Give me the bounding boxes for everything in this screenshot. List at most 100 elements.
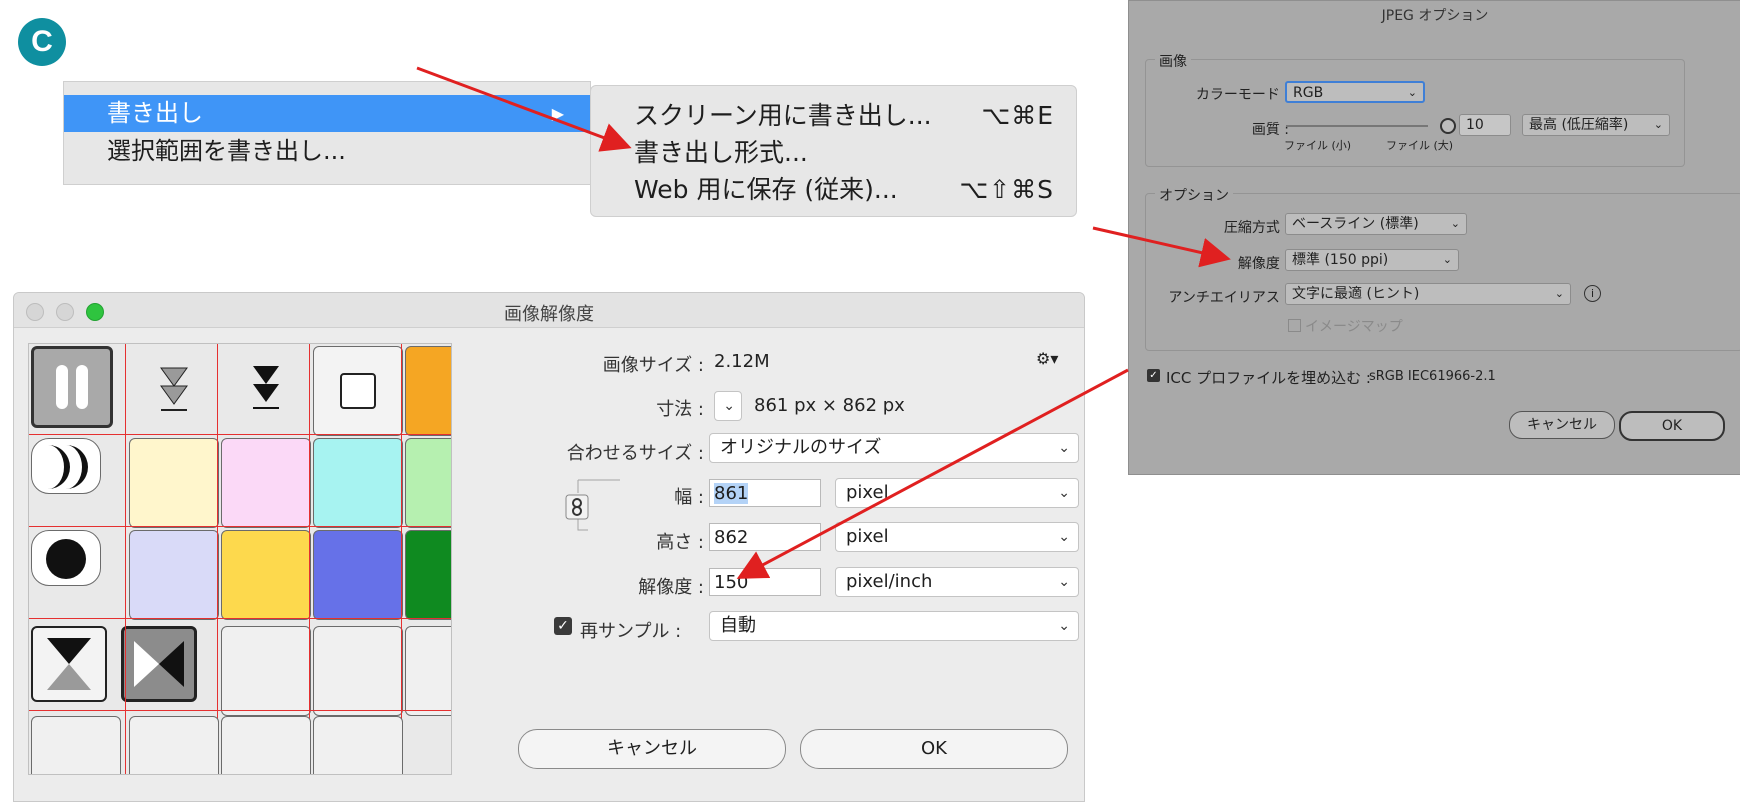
resample-dropdown[interactable]: 自動 ⌄ <box>709 611 1079 641</box>
submenu-item-label: スクリーン用に書き出し... <box>634 101 932 130</box>
chevron-down-icon: ⌄ <box>1442 253 1452 266</box>
color-swatch <box>313 438 403 528</box>
fit-to-dropdown[interactable]: オリジナルのサイズ ⌄ <box>709 433 1079 463</box>
height-field[interactable]: 862 <box>709 523 821 551</box>
chevron-down-icon: ⌄ <box>723 398 735 414</box>
jpeg-ok-button[interactable]: OK <box>1619 411 1725 441</box>
antialias-label: アンチエイリアス : <box>1168 290 1289 306</box>
chevron-down-icon: ⌄ <box>1058 485 1070 501</box>
resample-checkbox[interactable]: ✓ <box>554 617 572 635</box>
submenu-item-save-for-web[interactable]: Web 用に保存 (従来)... ⌥⇧⌘S <box>634 172 1054 208</box>
color-swatch <box>221 438 311 528</box>
height-value: 862 <box>714 527 749 548</box>
bowtie-icon <box>121 626 197 702</box>
quality-slider-track[interactable] <box>1286 125 1428 127</box>
compression-dropdown[interactable]: ベースライン (標準) ⌄ <box>1285 213 1467 235</box>
chevron-down-icon: ⌄ <box>1058 618 1070 634</box>
quality-preset-dropdown[interactable]: 最高 (低圧縮率) ⌄ <box>1522 114 1670 136</box>
color-swatch <box>313 530 403 620</box>
empty-cell <box>405 626 451 716</box>
quality-large-label: ファイル (大) <box>1386 139 1454 152</box>
quality-slider-handle[interactable] <box>1440 118 1456 134</box>
chevron-down-icon: ⌄ <box>1450 217 1460 230</box>
quality-small-label: ファイル (小) <box>1284 139 1352 152</box>
guide-line <box>29 434 451 435</box>
icc-label: ICC プロファイルを埋め込む : <box>1166 369 1371 387</box>
empty-cell <box>31 716 121 774</box>
jpeg-resolution-dropdown[interactable]: 標準 (150 ppi) ⌄ <box>1285 249 1459 271</box>
icc-profile-value: sRGB IEC61966-2.1 <box>1369 369 1496 384</box>
imagemap-label: イメージマップ <box>1305 319 1403 335</box>
step-down-gray-icon <box>129 346 219 436</box>
color-mode-value: RGB <box>1293 85 1324 101</box>
color-swatch <box>129 438 219 528</box>
submenu-item-export-screens[interactable]: スクリーン用に書き出し... ⌥⌘E <box>634 98 1054 134</box>
resolution-field[interactable]: 150 <box>709 568 821 596</box>
jpeg-resolution-value: 標準 (150 ppi) <box>1292 252 1389 268</box>
chevron-down-icon: ⌄ <box>1554 287 1564 300</box>
resample-value: 自動 <box>720 615 756 636</box>
resolution-unit-dropdown[interactable]: pixel/inch ⌄ <box>835 567 1079 597</box>
jpeg-options-dialog: JPEG オプション 画像 カラーモード : RGB ⌄ 画質 : 10 ファイ… <box>1128 0 1740 475</box>
color-swatch <box>405 530 451 620</box>
dialog-title: JPEG オプション <box>1381 8 1489 24</box>
fit-to-value: オリジナルのサイズ <box>720 437 882 458</box>
compression-label: 圧縮方式 : <box>1223 220 1289 236</box>
chevron-down-icon: ⌄ <box>1653 118 1663 131</box>
height-unit-value: pixel <box>846 526 889 547</box>
width-unit-dropdown[interactable]: pixel ⌄ <box>835 478 1079 508</box>
shortcut-label: ⌥⌘E <box>981 101 1054 130</box>
image-size-value: 2.12M <box>714 351 770 372</box>
antialias-dropdown[interactable]: 文字に最適 (ヒント) ⌄ <box>1285 283 1571 305</box>
fit-to-label: 合わせるサイズ : <box>566 443 704 464</box>
dimensions-label: 寸法 : <box>656 399 704 420</box>
record-icon <box>31 530 101 586</box>
chevron-down-icon: ⌄ <box>1058 440 1070 456</box>
width-field[interactable]: 861 <box>709 479 821 507</box>
chevron-down-icon: ⌄ <box>1058 574 1070 590</box>
gear-icon[interactable]: ⚙▾ <box>1036 349 1058 368</box>
height-unit-dropdown[interactable]: pixel ⌄ <box>835 522 1079 552</box>
image-preview <box>28 343 452 775</box>
pause-icon <box>31 346 113 428</box>
color-mode-dropdown[interactable]: RGB ⌄ <box>1285 81 1425 103</box>
imagemap-checkbox[interactable] <box>1288 319 1301 332</box>
color-swatch <box>129 530 219 620</box>
submenu-item-export-as[interactable]: 書き出し形式... <box>634 135 1054 171</box>
empty-cell <box>313 626 403 716</box>
jpeg-cancel-button[interactable]: キャンセル <box>1509 411 1615 439</box>
guide-line <box>29 618 451 619</box>
icc-checkbox[interactable]: ✓ <box>1147 369 1160 382</box>
options-group-title: オプション <box>1155 185 1233 205</box>
resolution-label: 解像度 : <box>638 577 704 598</box>
export-submenu: スクリーン用に書き出し... ⌥⌘E 書き出し形式... Web 用に保存 (従… <box>590 85 1077 217</box>
step-badge: C <box>18 18 66 66</box>
quality-field[interactable]: 10 <box>1459 114 1511 136</box>
color-mode-label: カラーモード : <box>1195 87 1289 103</box>
cancel-button[interactable]: キャンセル <box>518 729 786 769</box>
empty-cell <box>313 716 403 774</box>
width-value: 861 <box>714 483 749 504</box>
color-swatch <box>405 438 451 528</box>
menu-item-export[interactable]: 書き出し ▶ <box>64 95 590 132</box>
dialog-titlebar: 画像解像度 <box>14 293 1084 328</box>
stop-icon <box>313 346 403 436</box>
image-group-title: 画像 <box>1155 51 1191 71</box>
quality-preset-value: 最高 (低圧縮率) <box>1529 117 1629 133</box>
ok-button[interactable]: OK <box>800 729 1068 769</box>
info-icon[interactable]: i <box>1584 285 1601 302</box>
dimensions-unit-dropdown[interactable]: ⌄ <box>714 391 742 421</box>
width-label: 幅 : <box>674 487 704 508</box>
resample-label: 再サンプル : <box>580 621 682 642</box>
rewind-icon <box>31 438 101 494</box>
step-down-black-icon <box>221 346 311 436</box>
height-label: 高さ : <box>656 532 704 553</box>
quality-value: 10 <box>1466 117 1484 133</box>
image-size-label: 画像サイズ : <box>602 355 704 376</box>
hourglass-icon <box>31 626 107 702</box>
menu-item-export-selection[interactable]: 選択範囲を書き出し... <box>64 133 590 170</box>
width-unit-value: pixel <box>846 482 889 503</box>
empty-cell <box>221 716 311 774</box>
menu-item-export-label: 書き出し <box>107 99 203 127</box>
export-menu: 書き出し ▶ 選択範囲を書き出し... <box>63 81 591 185</box>
